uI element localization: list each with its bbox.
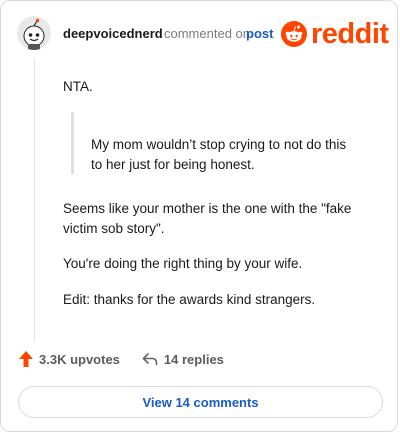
avatar-icon — [17, 16, 51, 50]
replies-button[interactable]: 14 replies — [142, 352, 224, 367]
reply-count: 14 replies — [163, 351, 224, 367]
reddit-wordmark: reddit — [311, 18, 389, 50]
comment-card: deepvoicednerd commented on post reddit … — [0, 0, 398, 432]
quote-text: My mom wouldn’t stop crying to not do th… — [91, 137, 347, 172]
avatar[interactable] — [17, 16, 51, 50]
username[interactable]: deepvoicednerd — [63, 26, 163, 41]
comment-paragraph-4: Edit: thanks for the awards kind strange… — [63, 292, 316, 307]
upvote-button[interactable]: 3.3K upvotes — [19, 351, 120, 367]
reply-arrow-icon — [142, 353, 158, 366]
view-comments-button[interactable]: View 14 comments — [18, 386, 383, 418]
post-link[interactable]: post — [246, 26, 273, 41]
reddit-logo[interactable]: reddit — [281, 19, 389, 49]
quote-bar — [71, 112, 74, 174]
upvote-count: 3.3K upvotes — [39, 351, 120, 367]
action-bar: 3.3K upvotes 14 replies — [19, 351, 224, 367]
reddit-alien-icon — [281, 21, 307, 47]
comment-paragraph-1: NTA. — [63, 79, 93, 94]
commented-on-text: commented on — [164, 26, 250, 41]
upvote-arrow-icon — [19, 351, 33, 367]
thread-line — [34, 59, 35, 341]
comment-paragraph-2: Seems like your mother is the one with t… — [63, 201, 352, 236]
comment-paragraph-3: You're doing the right thing by your wif… — [63, 256, 303, 271]
